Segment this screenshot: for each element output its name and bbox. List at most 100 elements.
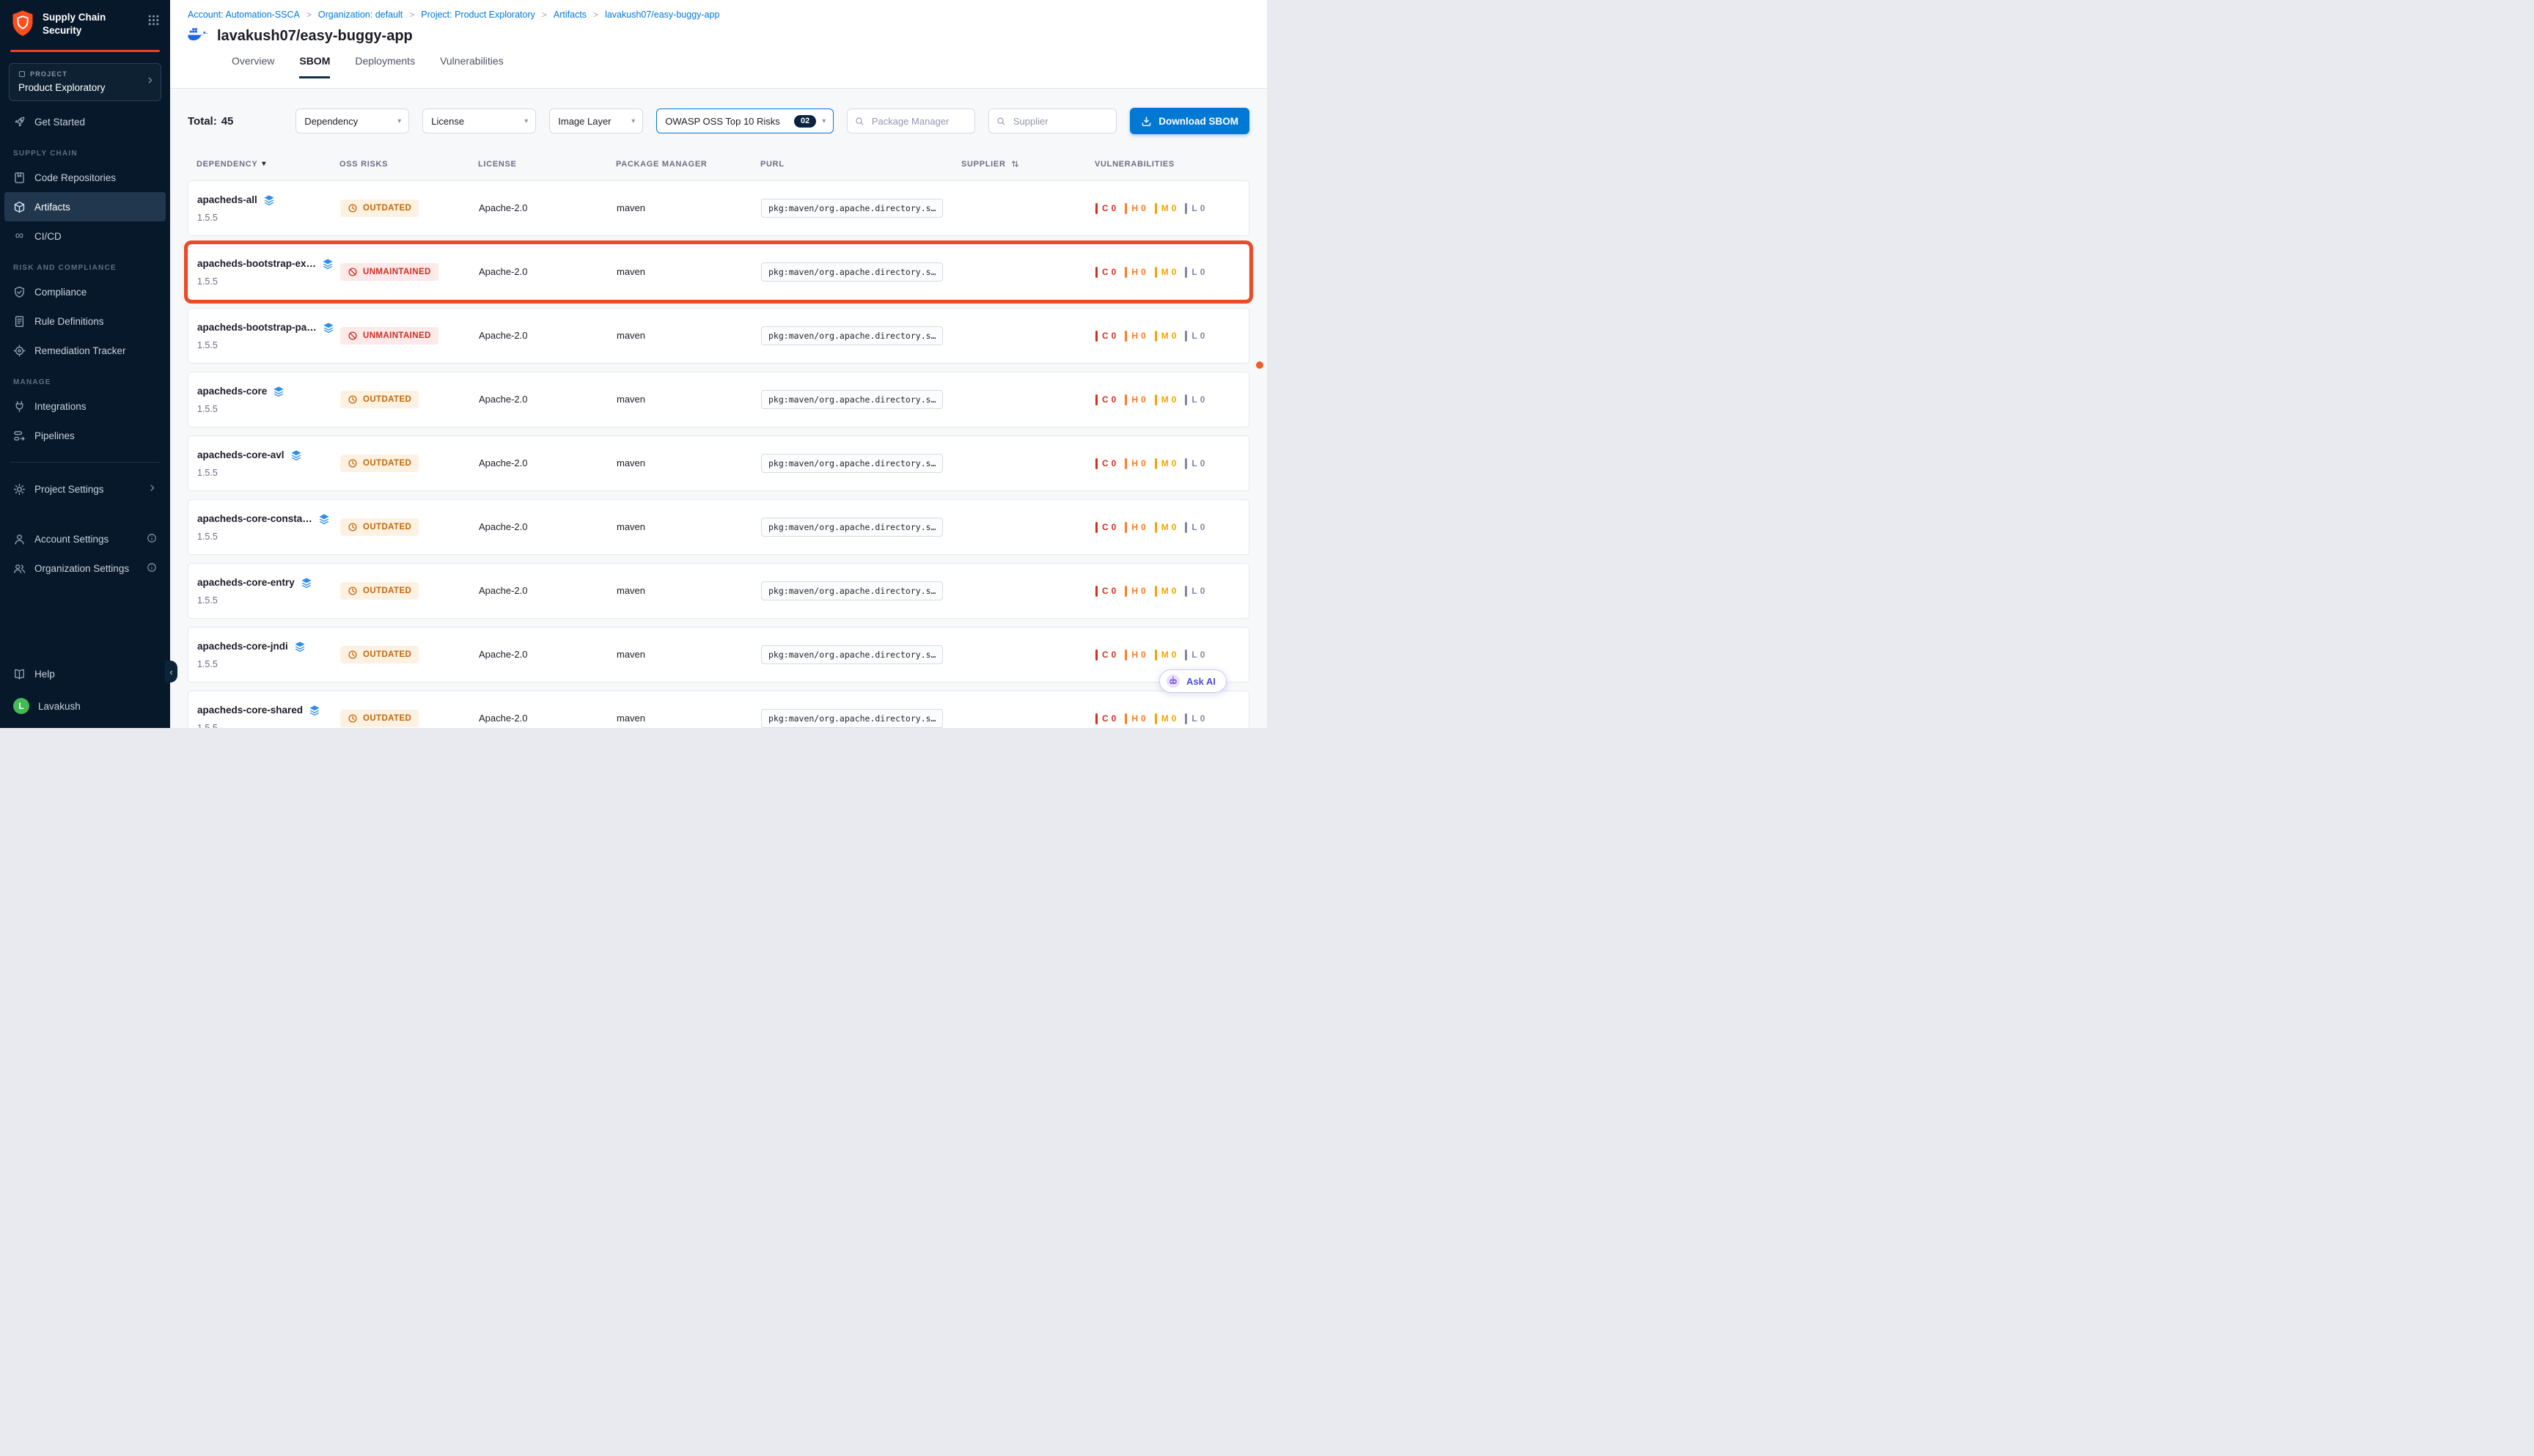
sidebar-item-code-repositories[interactable]: Code Repositories: [0, 163, 170, 192]
table-row[interactable]: apacheds-core-entry 1.5.5 OUTDATED Apach…: [188, 563, 1249, 619]
severity-l: L0: [1185, 650, 1205, 661]
purl-value[interactable]: pkg:maven/org.apache.directory.s…: [761, 454, 943, 473]
severity-bar: [1125, 650, 1127, 661]
sidebar-item-get-started[interactable]: Get Started: [0, 107, 170, 136]
column-header-oss-risks[interactable]: OSS RISKS: [339, 160, 478, 169]
vulnerability-counts[interactable]: C0H0M0L0: [1095, 331, 1249, 342]
sidebar-item-project-settings[interactable]: Project Settings: [0, 474, 170, 504]
table-row[interactable]: apacheds-all 1.5.5 OUTDATED Apache-2.0 m…: [188, 180, 1249, 236]
purl-value[interactable]: pkg:maven/org.apache.directory.s…: [761, 199, 943, 218]
sidebar-item-rule-definitions[interactable]: Rule Definitions: [0, 306, 170, 336]
column-header-supplier[interactable]: SUPPLIER: [961, 159, 1095, 169]
table-row[interactable]: apacheds-core 1.5.5 OUTDATED Apache-2.0 …: [188, 372, 1249, 427]
breadcrumb-project[interactable]: Project: Product Exploratory: [421, 10, 535, 20]
vulnerability-counts[interactable]: C0H0M0L0: [1095, 267, 1249, 278]
vulnerability-counts[interactable]: C0H0M0L0: [1095, 203, 1249, 214]
severity-count: 0: [1112, 458, 1117, 468]
module-switcher-grid-icon[interactable]: [147, 10, 160, 30]
breadcrumb-organization[interactable]: Organization: default: [318, 10, 403, 20]
filter-count-badge: 02: [794, 115, 816, 128]
sidebar-item-help[interactable]: Help: [0, 658, 170, 690]
layers-icon: [309, 705, 320, 716]
vulnerability-counts[interactable]: C0H0M0L0: [1095, 458, 1249, 469]
section-label-supply-chain: SUPPLY CHAIN: [0, 136, 170, 163]
dependency-version: 1.5.5: [197, 340, 340, 350]
oss-risk-label: OUTDATED: [363, 650, 411, 659]
image-layer-filter-dropdown[interactable]: Image Layer ▾: [549, 109, 643, 133]
oss-risk-badge: OUTDATED: [340, 710, 419, 727]
severity-bar: [1125, 458, 1127, 469]
vulnerability-counts[interactable]: C0H0M0L0: [1095, 522, 1249, 533]
user-menu[interactable]: L Lavakush: [0, 690, 170, 722]
download-sbom-button[interactable]: Download SBOM: [1130, 108, 1249, 134]
license-value: Apache-2.0: [479, 394, 528, 405]
sidebar-item-remediation-tracker[interactable]: Remediation Tracker: [0, 336, 170, 365]
purl-value[interactable]: pkg:maven/org.apache.directory.s…: [761, 518, 943, 537]
severity-label: C: [1102, 267, 1109, 277]
column-header-vulnerabilities[interactable]: VULNERABILITIES: [1095, 160, 1249, 169]
dependency-version: 1.5.5: [197, 595, 340, 606]
sidebar-collapse-toggle[interactable]: ‹: [165, 661, 177, 683]
info-icon[interactable]: [147, 562, 157, 575]
app-logo-shield-icon[interactable]: [10, 10, 35, 41]
robot-icon: [1166, 674, 1180, 688]
table-row[interactable]: apacheds-bootstrap-ex… 1.5.5 UNMAINTAINE…: [188, 244, 1249, 300]
severity-bar: [1125, 203, 1127, 214]
table-row[interactable]: apacheds-bootstrap-pa… 1.5.5 UNMAINTAINE…: [188, 308, 1249, 364]
tab-sbom[interactable]: SBOM: [299, 55, 330, 78]
sidebar-item-cicd[interactable]: ∞ CI/CD: [0, 221, 170, 251]
severity-bar: [1125, 522, 1127, 533]
table-row[interactable]: apacheds-core-avl 1.5.5 OUTDATED Apache-…: [188, 435, 1249, 491]
sidebar-item-organization-settings[interactable]: Organization Settings: [0, 554, 170, 583]
ban-icon: [348, 267, 358, 277]
vulnerability-counts[interactable]: C0H0M0L0: [1095, 650, 1249, 661]
severity-c: C0: [1095, 522, 1116, 533]
tab-overview[interactable]: Overview: [232, 55, 274, 78]
breadcrumb-artifacts[interactable]: Artifacts: [554, 10, 587, 20]
purl-value[interactable]: pkg:maven/org.apache.directory.s…: [761, 709, 943, 728]
license-filter-dropdown[interactable]: License ▾: [422, 109, 536, 133]
purl-value[interactable]: pkg:maven/org.apache.directory.s…: [761, 581, 943, 600]
vulnerability-counts[interactable]: C0H0M0L0: [1095, 586, 1249, 597]
vulnerability-counts[interactable]: C0H0M0L0: [1095, 713, 1249, 724]
breadcrumb-artifact-name[interactable]: lavakush07/easy-buggy-app: [605, 10, 719, 20]
column-header-purl[interactable]: PURL: [760, 160, 961, 169]
owasp-risks-filter-dropdown[interactable]: OWASP OSS Top 10 Risks 02 ▾: [656, 109, 834, 133]
package-manager-search-input[interactable]: [870, 115, 967, 128]
severity-count: 0: [1141, 394, 1146, 405]
tab-deployments[interactable]: Deployments: [355, 55, 415, 78]
purl-value[interactable]: pkg:maven/org.apache.directory.s…: [761, 326, 943, 345]
ask-ai-button[interactable]: Ask AI: [1159, 669, 1227, 693]
project-selector[interactable]: PROJECT Product Exploratory: [9, 63, 161, 101]
column-header-package-manager[interactable]: PACKAGE MANAGER: [616, 160, 760, 169]
sidebar-item-pipelines[interactable]: Pipelines: [0, 421, 170, 450]
info-icon[interactable]: [147, 533, 157, 545]
package-manager-search: [847, 109, 975, 133]
purl-value[interactable]: pkg:maven/org.apache.directory.s…: [761, 262, 943, 282]
purl-value[interactable]: pkg:maven/org.apache.directory.s…: [761, 645, 943, 664]
table-row[interactable]: apacheds-core-shared 1.5.5 OUTDATED Apac…: [188, 691, 1249, 728]
oss-risk-label: OUTDATED: [363, 523, 411, 532]
severity-bar: [1125, 586, 1127, 597]
search-icon: [996, 116, 1006, 127]
severity-bar: [1095, 203, 1098, 214]
sidebar-item-compliance[interactable]: Compliance: [0, 277, 170, 306]
purl-value[interactable]: pkg:maven/org.apache.directory.s…: [761, 390, 943, 409]
sbom-content: Total:45 Dependency ▾ License ▾ Image La…: [170, 108, 1267, 728]
sidebar-item-account-settings[interactable]: Account Settings: [0, 524, 170, 554]
dependency-filter-dropdown[interactable]: Dependency ▾: [295, 109, 409, 133]
supplier-search-input[interactable]: [1012, 115, 1109, 128]
sidebar-item-integrations[interactable]: Integrations: [0, 391, 170, 421]
tab-vulnerabilities[interactable]: Vulnerabilities: [440, 55, 504, 78]
table-row[interactable]: apacheds-core-consta… 1.5.5 OUTDATED Apa…: [188, 499, 1249, 555]
severity-l: L0: [1185, 203, 1205, 214]
sidebar-item-artifacts[interactable]: Artifacts: [4, 192, 166, 221]
vulnerability-counts[interactable]: C0H0M0L0: [1095, 394, 1249, 405]
column-header-license[interactable]: LICENSE: [478, 160, 616, 169]
severity-label: L: [1191, 331, 1197, 341]
column-header-dependency[interactable]: DEPENDENCY ▾: [197, 160, 339, 169]
table-row[interactable]: apacheds-core-jndi 1.5.5 OUTDATED Apache…: [188, 627, 1249, 683]
severity-bar: [1155, 522, 1157, 533]
sidebar-divider: [10, 462, 160, 463]
breadcrumb-account[interactable]: Account: Automation-SSCA: [188, 10, 300, 20]
